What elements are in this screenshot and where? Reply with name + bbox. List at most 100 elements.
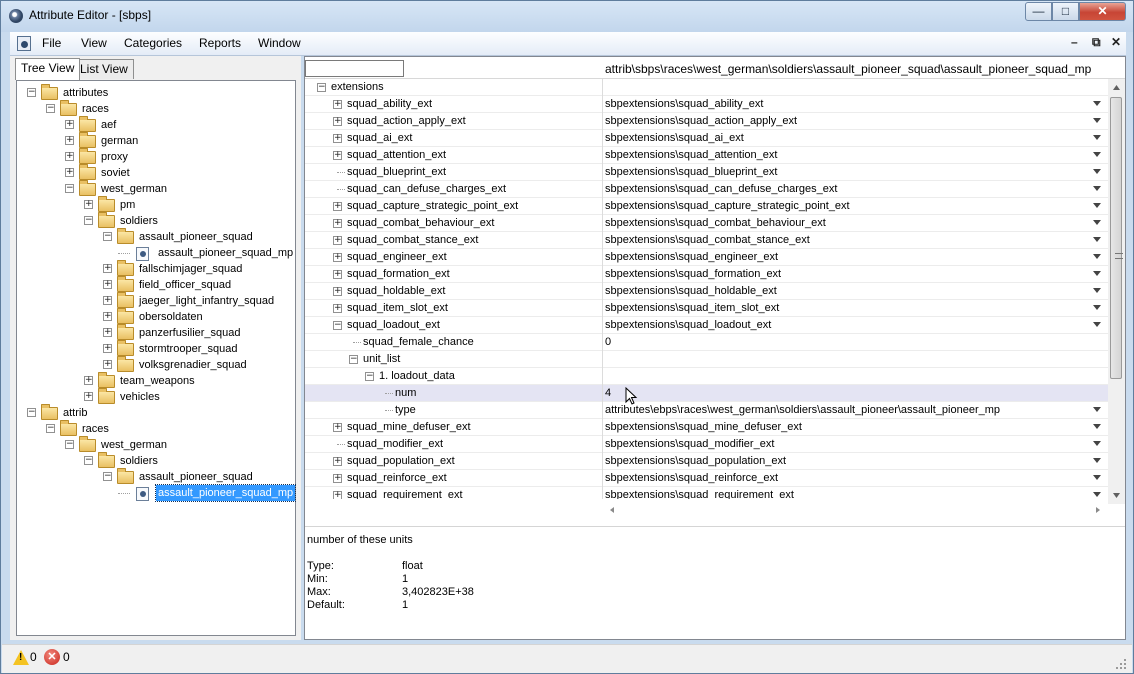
expand-icon[interactable]: + (333, 270, 342, 279)
property-row[interactable]: + squad_combat_stance_ext sbpextensions\sq… (305, 232, 1108, 249)
dropdown-arrow-icon[interactable] (1093, 203, 1101, 208)
expand-icon[interactable]: + (333, 100, 342, 109)
tab-tree-view[interactable]: Tree View (15, 58, 81, 80)
dropdown-arrow-icon[interactable] (1093, 101, 1101, 106)
expand-icon[interactable]: + (65, 152, 74, 161)
expand-icon[interactable]: + (333, 219, 342, 228)
dropdown-arrow-icon[interactable] (1093, 458, 1101, 463)
property-value[interactable]: attributes\ebps\races\west_german\soldie… (605, 402, 1000, 419)
dropdown-arrow-icon[interactable] (1093, 407, 1101, 412)
tree-item[interactable]: + team_weapons (17, 372, 295, 389)
property-row[interactable]: + squad_requirement_ext sbpextensions\squa… (305, 487, 1108, 499)
property-row[interactable]: type attributes\ebps\races\west_german\so… (305, 402, 1108, 419)
tab-list-view[interactable]: List View (74, 59, 134, 79)
expand-icon[interactable]: + (333, 423, 342, 432)
expand-icon[interactable]: + (84, 200, 93, 209)
property-row[interactable]: + squad_combat_behaviour_ext sbpextensions… (305, 215, 1108, 232)
property-value[interactable]: sbpextensions\squad_mine_defuser_ext (605, 419, 802, 436)
property-row[interactable]: + squad_attention_ext sbpextensions\squad_… (305, 147, 1108, 164)
expand-icon[interactable]: + (65, 136, 74, 145)
property-row[interactable]: + squad_ai_ext sbpextensions\squad_ai_ext (305, 130, 1108, 147)
tree-item[interactable]: − west_german (17, 180, 295, 197)
collapse-icon[interactable]: − (317, 83, 326, 92)
menu-file[interactable]: File (42, 36, 61, 50)
property-value[interactable]: sbpextensions\squad_ai_ext (605, 130, 744, 147)
collapse-icon[interactable]: − (103, 232, 112, 241)
tree-item[interactable]: − races (17, 420, 295, 437)
dropdown-arrow-icon[interactable] (1093, 118, 1101, 123)
close-button[interactable]: ✕ (1079, 2, 1126, 21)
collapse-icon[interactable]: − (27, 88, 36, 97)
property-row[interactable]: + squad_population_ext sbpextensions\squad… (305, 453, 1108, 470)
expand-icon[interactable]: + (333, 134, 342, 143)
tree-item[interactable]: assault_pioneer_squad_mp (17, 484, 297, 502)
tree-item[interactable]: − races (17, 100, 295, 117)
expand-icon[interactable]: + (333, 287, 342, 296)
dropdown-arrow-icon[interactable] (1093, 220, 1101, 225)
dropdown-arrow-icon[interactable] (1093, 152, 1101, 157)
dropdown-arrow-icon[interactable] (1093, 288, 1101, 293)
tree-item[interactable]: + vehicles (17, 388, 295, 405)
tree-item[interactable]: + proxy (17, 148, 295, 165)
maximize-button[interactable]: □ (1052, 2, 1079, 21)
collapse-icon[interactable]: − (103, 472, 112, 481)
expand-icon[interactable]: + (65, 168, 74, 177)
dropdown-arrow-icon[interactable] (1093, 441, 1101, 446)
tree-item[interactable]: + german (17, 132, 295, 149)
filter-input[interactable] (305, 60, 404, 77)
document-icon[interactable] (17, 36, 31, 51)
property-value[interactable]: sbpextensions\squad_capture_strategic_po… (605, 198, 850, 215)
property-value[interactable]: sbpextensions\squad_loadout_ext (605, 317, 771, 334)
tree-item[interactable]: − soldiers (17, 212, 295, 229)
property-row[interactable]: + squad_action_apply_ext sbpextensions\squ… (305, 113, 1108, 130)
property-row[interactable]: + squad_item_slot_ext sbpextensions\squad_… (305, 300, 1108, 317)
property-row[interactable]: − squad_loadout_ext sbpextensions\squad_lo… (305, 317, 1108, 334)
dropdown-arrow-icon[interactable] (1093, 424, 1101, 429)
dropdown-arrow-icon[interactable] (1093, 475, 1101, 480)
property-value[interactable]: sbpextensions\squad_combat_behaviour_ext (605, 215, 826, 232)
collapse-icon[interactable]: − (27, 408, 36, 417)
property-row[interactable]: squad_female_chance 0 (305, 334, 1108, 351)
property-row[interactable]: + squad_capture_strategic_point_ext sbpext… (305, 198, 1108, 215)
tree-item[interactable]: + field_officer_squad (17, 276, 295, 293)
expand-icon[interactable]: + (333, 236, 342, 245)
title-bar[interactable]: Attribute Editor - [sbps] — □ ✕ (1, 1, 1133, 32)
expand-icon[interactable]: + (333, 474, 342, 483)
property-value[interactable]: sbpextensions\squad_attention_ext (605, 147, 777, 164)
dropdown-arrow-icon[interactable] (1093, 492, 1101, 497)
expand-icon[interactable]: + (333, 457, 342, 466)
menu-window[interactable]: Window (258, 36, 301, 50)
expand-icon[interactable]: + (103, 280, 112, 289)
expand-icon[interactable]: + (103, 264, 112, 273)
property-row[interactable]: −1. loadout_data (305, 368, 1108, 385)
collapse-icon[interactable]: − (65, 184, 74, 193)
tree-view[interactable]: − attributes − races + aef + german + proxy + sovie… (16, 80, 297, 636)
property-value[interactable]: 4 (605, 385, 611, 402)
expand-icon[interactable]: + (333, 151, 342, 160)
property-value[interactable]: sbpextensions\squad_ability_ext (605, 96, 763, 113)
vertical-scrollbar[interactable] (1108, 79, 1125, 504)
property-value[interactable]: sbpextensions\squad_population_ext (605, 453, 786, 470)
dropdown-arrow-icon[interactable] (1093, 305, 1101, 310)
property-row[interactable]: + squad_mine_defuser_ext sbpextensions\squ… (305, 419, 1108, 436)
tree-item[interactable]: + soviet (17, 164, 295, 181)
expand-icon[interactable]: + (84, 392, 93, 401)
scrollbar-thumb[interactable] (1110, 97, 1123, 379)
app-icon[interactable] (9, 9, 23, 23)
property-value[interactable]: sbpextensions\squad_engineer_ext (605, 249, 778, 266)
collapse-icon[interactable]: − (365, 372, 374, 381)
expand-icon[interactable]: + (333, 304, 342, 313)
mdi-close-icon[interactable]: ✕ (1111, 35, 1121, 49)
property-row[interactable]: + squad_holdable_ext sbpextensions\squad_h… (305, 283, 1108, 300)
tree-item[interactable]: + stormtrooper_squad (17, 340, 295, 357)
expand-icon[interactable]: + (65, 120, 74, 129)
expand-icon[interactable]: + (333, 253, 342, 262)
expand-icon[interactable]: + (333, 202, 342, 211)
tree-item[interactable]: + panzerfusilier_squad (17, 324, 295, 341)
collapse-icon[interactable]: − (46, 104, 55, 113)
property-row[interactable]: + squad_formation_ext sbpextensions\squad_… (305, 266, 1108, 283)
collapse-icon[interactable]: − (46, 424, 55, 433)
property-row[interactable]: − extensions (305, 79, 1108, 96)
tree-item[interactable]: + fallschimjager_squad (17, 260, 295, 277)
property-value[interactable]: sbpextensions\squad_formation_ext (605, 266, 781, 283)
